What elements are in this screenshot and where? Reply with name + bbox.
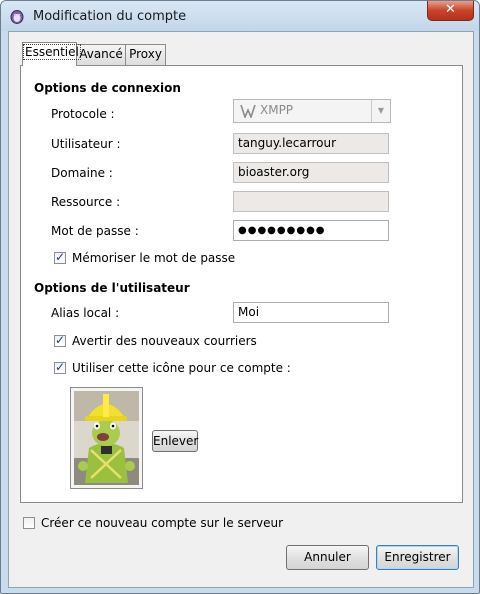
create-on-server-checkbox[interactable] (23, 517, 35, 529)
check-icon: ✓ (55, 360, 66, 374)
xmpp-icon (240, 104, 256, 118)
pidgin-app-icon (10, 10, 24, 24)
section-heading-connection: Options de connexion (34, 81, 181, 95)
chevron-down-icon[interactable]: ▼ (371, 100, 390, 122)
save-button[interactable]: Enregistrer (376, 545, 459, 570)
password-field[interactable]: ●●●●●●●●● (233, 220, 389, 241)
resource-label: Ressource : (51, 195, 121, 209)
remember-password-checkbox[interactable]: ✓ (54, 250, 66, 264)
check-icon: ✓ (55, 333, 66, 347)
create-on-server-label: Créer ce nouveau compte sur le serveur (41, 516, 284, 530)
protocol-value: XMPP (260, 103, 294, 117)
remove-icon-button[interactable]: Enlever (152, 430, 198, 452)
protocol-select[interactable]: XMPP ▼ (233, 99, 391, 123)
username-label: Utilisateur : (51, 137, 121, 151)
domain-field[interactable]: bioaster.org (233, 162, 389, 183)
alias-field[interactable]: Moi (233, 302, 389, 323)
protocol-label: Protocole : (51, 107, 115, 121)
dialog-body: Essentiel Avancé Proxy Options de connex… (8, 31, 474, 588)
resource-field[interactable] (233, 191, 389, 212)
notify-mail-label: Avertir des nouveaux courriers (72, 334, 257, 348)
domain-label: Domaine : (51, 166, 113, 180)
tab-label: Avancé (79, 47, 123, 61)
tab-proxy[interactable]: Proxy (125, 44, 166, 65)
notify-mail-checkbox[interactable]: ✓ (54, 333, 66, 347)
avatar-image (74, 391, 139, 485)
section-heading-user: Options de l'utilisateur (34, 281, 190, 295)
title-bar[interactable]: Modification du compte ✕ (1, 1, 479, 31)
check-icon: ✓ (55, 250, 66, 264)
tab-essentiel[interactable]: Essentiel (22, 42, 81, 66)
tab-label: Essentiel (23, 44, 81, 60)
close-icon: ✕ (445, 2, 456, 17)
account-dialog-window: Modification du compte ✕ Essentiel Avanc… (0, 0, 480, 594)
use-icon-checkbox[interactable]: ✓ (54, 360, 66, 374)
remember-password-label: Mémoriser le mot de passe (72, 251, 236, 265)
tab-avance[interactable]: Avancé (76, 44, 126, 65)
account-avatar[interactable] (70, 387, 143, 489)
cancel-button[interactable]: Annuler (286, 545, 369, 570)
username-field[interactable]: tanguy.lecarrour (233, 133, 389, 154)
tab-panel-essentiel: Options de connexion Protocole : XMPP ▼ … (20, 65, 463, 503)
alias-label: Alias local : (51, 306, 120, 320)
window-title: Modification du compte (33, 9, 187, 24)
password-label: Mot de passe : (51, 224, 139, 238)
close-button[interactable]: ✕ (427, 1, 474, 21)
use-icon-label: Utiliser cette icône pour ce compte : (72, 361, 291, 375)
tab-label: Proxy (129, 47, 162, 61)
